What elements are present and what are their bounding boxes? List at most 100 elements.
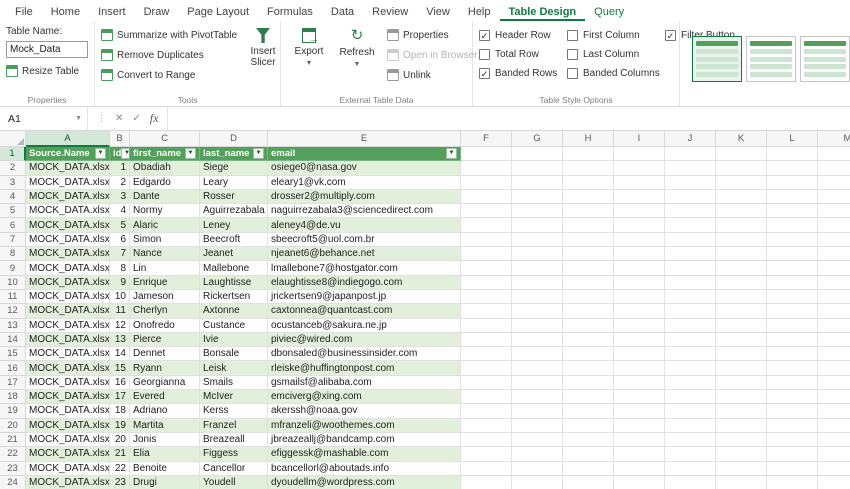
cell[interactable] — [767, 332, 818, 348]
cell[interactable] — [512, 261, 563, 276]
menu-tab-page-layout[interactable]: Page Layout — [178, 3, 258, 21]
button-remove-duplicates[interactable]: Remove Duplicates — [101, 46, 237, 64]
table-style-thumb-1[interactable] — [692, 36, 742, 82]
cell[interactable] — [461, 332, 512, 348]
cell[interactable] — [461, 304, 512, 319]
cell[interactable]: Rosser — [200, 189, 268, 205]
cell[interactable]: 18 — [110, 404, 130, 419]
checkbox-total-row[interactable]: Total Row — [479, 49, 557, 60]
cell[interactable] — [665, 289, 716, 305]
cell[interactable]: Mallebone — [200, 261, 268, 276]
row-header-19[interactable]: 19 — [0, 404, 26, 419]
column-header-K[interactable]: K — [716, 131, 767, 147]
cell[interactable] — [512, 432, 563, 448]
cell[interactable] — [665, 475, 716, 489]
cell[interactable]: Figgess — [200, 447, 268, 462]
cell[interactable]: Leary — [200, 175, 268, 190]
cell[interactable]: 9 — [110, 275, 130, 290]
menu-tab-review[interactable]: Review — [363, 3, 417, 21]
cell[interactable] — [716, 475, 767, 489]
cell[interactable] — [614, 418, 665, 433]
cell[interactable] — [665, 189, 716, 205]
cell[interactable] — [614, 390, 665, 405]
cell[interactable] — [614, 204, 665, 219]
cell[interactable] — [818, 361, 850, 376]
menu-tab-formulas[interactable]: Formulas — [258, 3, 322, 21]
cell[interactable]: rleiske@huffingtonpost.com — [268, 361, 461, 376]
cell[interactable] — [461, 175, 512, 190]
cell[interactable]: Jonis — [130, 432, 200, 448]
cell[interactable] — [512, 175, 563, 190]
cell[interactable] — [512, 375, 563, 391]
cell[interactable] — [512, 189, 563, 205]
cell[interactable]: Elia — [130, 447, 200, 462]
name-box-dropdown-icon[interactable]: ▼ — [75, 115, 87, 122]
cell[interactable]: Custance — [200, 318, 268, 333]
row-header-11[interactable]: 11 — [0, 289, 26, 305]
cell[interactable] — [512, 147, 563, 162]
cell[interactable]: Dennet — [130, 347, 200, 362]
cell[interactable] — [614, 432, 665, 448]
cell[interactable]: MOCK_DATA.xlsx — [26, 418, 110, 433]
checkbox-box-banded-rows[interactable]: ✓ — [479, 68, 490, 79]
cell[interactable] — [512, 475, 563, 489]
cell[interactable] — [563, 418, 614, 433]
table-style-thumb-2[interactable] — [746, 36, 796, 82]
row-header-20[interactable]: 20 — [0, 418, 26, 433]
checkbox-last-column[interactable]: Last Column — [567, 49, 655, 60]
column-header-E[interactable]: E — [268, 131, 461, 147]
cell[interactable] — [461, 232, 512, 248]
formula-input[interactable] — [168, 107, 850, 130]
cell[interactable] — [716, 204, 767, 219]
formula-options-dots-icon[interactable]: ⋮ — [97, 113, 106, 124]
cell[interactable] — [818, 390, 850, 405]
cell[interactable] — [512, 161, 563, 176]
menu-tab-view[interactable]: View — [417, 3, 459, 21]
cell[interactable]: Normy — [130, 204, 200, 219]
cell[interactable] — [818, 418, 850, 433]
cell[interactable] — [461, 447, 512, 462]
cell[interactable] — [461, 161, 512, 176]
cell[interactable]: Alaric — [130, 218, 200, 233]
cell[interactable]: 10 — [110, 289, 130, 305]
cell[interactable] — [563, 304, 614, 319]
cell[interactable] — [818, 461, 850, 476]
cell[interactable] — [461, 289, 512, 305]
menu-tab-home[interactable]: Home — [42, 3, 89, 21]
checkbox-banded-rows[interactable]: ✓ Banded Rows — [479, 68, 557, 79]
cell[interactable]: MOCK_DATA.xlsx — [26, 347, 110, 362]
checkbox-box-header-row[interactable]: ✓ — [479, 30, 490, 41]
column-header-M[interactable]: M — [818, 131, 850, 147]
cell[interactable] — [512, 247, 563, 262]
cell[interactable]: 8 — [110, 261, 130, 276]
refresh-button[interactable]: ↻ Refresh ▼ — [335, 26, 379, 92]
cell[interactable] — [563, 390, 614, 405]
cell[interactable] — [818, 275, 850, 290]
cell[interactable] — [767, 461, 818, 476]
cell[interactable] — [665, 204, 716, 219]
cell[interactable] — [665, 218, 716, 233]
cell[interactable] — [818, 175, 850, 190]
cell[interactable]: MOCK_DATA.xlsx — [26, 189, 110, 205]
menu-tab-table-design[interactable]: Table Design — [499, 3, 586, 21]
cell[interactable] — [767, 304, 818, 319]
cell[interactable] — [818, 318, 850, 333]
cell[interactable]: Benoite — [130, 461, 200, 476]
column-header-L[interactable]: L — [767, 131, 818, 147]
cell[interactable] — [716, 390, 767, 405]
cell[interactable]: Enrique — [130, 275, 200, 290]
cell[interactable] — [563, 461, 614, 476]
cell[interactable]: Ivie — [200, 332, 268, 348]
button-convert-to-range[interactable]: Convert to Range — [101, 66, 237, 84]
cell[interactable]: Kerss — [200, 404, 268, 419]
cell[interactable] — [818, 432, 850, 448]
cell[interactable] — [716, 261, 767, 276]
cell[interactable]: piviec@wired.com — [268, 332, 461, 348]
cell[interactable] — [716, 347, 767, 362]
cell[interactable]: MOCK_DATA.xlsx — [26, 390, 110, 405]
cell[interactable]: MOCK_DATA.xlsx — [26, 432, 110, 448]
cell[interactable]: elaughtisse8@indiegogo.com — [268, 275, 461, 290]
cell[interactable] — [512, 390, 563, 405]
cell[interactable]: caxtonnea@quantcast.com — [268, 304, 461, 319]
cell[interactable] — [665, 432, 716, 448]
